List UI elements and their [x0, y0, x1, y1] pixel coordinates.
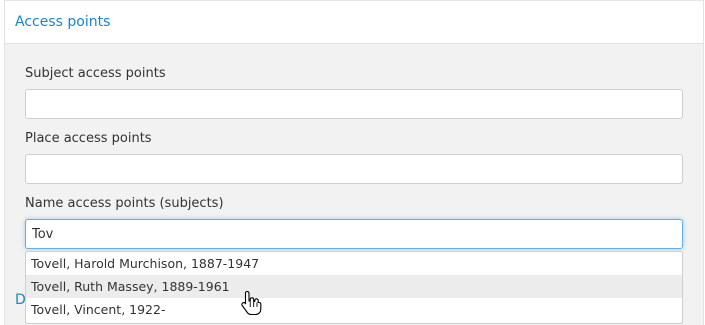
autocomplete-option[interactable]: Tovell, Ruth Massey, 1889-1961: [26, 275, 682, 298]
place-access-points-input[interactable]: [25, 154, 683, 184]
autocomplete-option[interactable]: Tovell, Vincent, 1922-: [26, 298, 682, 321]
panel-header[interactable]: Access points: [5, 1, 703, 44]
name-access-points-input[interactable]: [25, 219, 683, 249]
subject-access-points-input[interactable]: [25, 89, 683, 119]
autocomplete-option[interactable]: Tovell, Harold Murchison, 1887-1947: [26, 252, 682, 275]
subject-access-points-label: Subject access points: [25, 66, 166, 81]
place-access-points-label: Place access points: [25, 131, 152, 146]
name-access-points-label: Name access points (subjects): [25, 196, 224, 211]
section-title-access-points[interactable]: Access points: [15, 14, 110, 30]
autocomplete-dropdown: Tovell, Harold Murchison, 1887-1947 Tove…: [25, 251, 683, 324]
